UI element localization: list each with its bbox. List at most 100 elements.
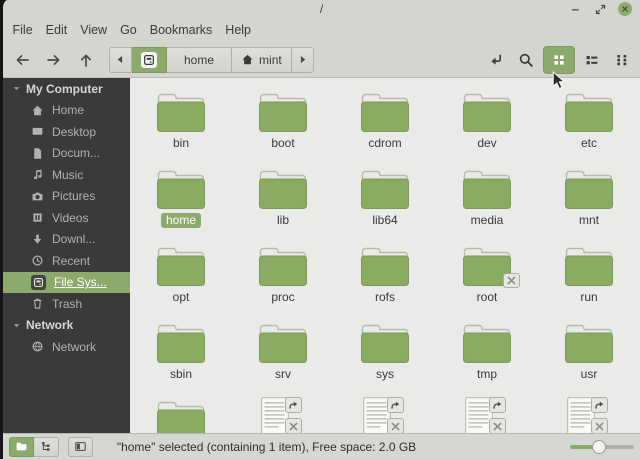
trash-icon <box>31 297 44 310</box>
back-button[interactable] <box>6 46 38 74</box>
sidebar-section-network[interactable]: Network <box>3 315 130 337</box>
folder-icon <box>154 397 208 433</box>
list-view-button[interactable] <box>579 47 605 73</box>
link-file-item[interactable] <box>439 394 535 433</box>
sidebar-item-docum[interactable]: Docum... <box>3 143 130 165</box>
file-grid: bin boot cdrom dev etc home lib lib64 media mnt op… <box>130 78 640 433</box>
folder-item[interactable]: bin <box>133 86 229 163</box>
forward-button[interactable] <box>38 46 70 74</box>
magnifier-icon <box>518 52 534 68</box>
item-label: etc <box>580 136 597 150</box>
show-treeview-button[interactable] <box>34 436 59 457</box>
zoom-slider-handle[interactable] <box>592 439 607 454</box>
item-label: boot <box>271 136 295 150</box>
sidebar-item-videos[interactable]: Videos <box>3 207 130 229</box>
up-button[interactable] <box>70 46 102 74</box>
toolbar-right <box>483 45 635 74</box>
link-file-item[interactable] <box>337 394 433 433</box>
folder-item[interactable]: run <box>541 240 637 317</box>
globe-icon <box>31 340 44 353</box>
folder-item[interactable]: root <box>439 240 535 317</box>
folder-item[interactable]: usr <box>541 317 637 394</box>
breadcrumb-segment-home[interactable]: home <box>167 46 233 73</box>
folder-item[interactable]: proc <box>235 240 331 317</box>
sidebar-item-home[interactable]: Home <box>3 100 130 122</box>
sidebar-section-my-computer[interactable]: My Computer <box>3 78 130 100</box>
folder-item[interactable]: mnt <box>541 163 637 240</box>
item-label: usr <box>580 367 598 381</box>
folder-item[interactable]: boot <box>235 86 331 163</box>
item-label: srv <box>275 367 291 381</box>
item-label: sbin <box>169 367 192 381</box>
toggle-location-entry-button[interactable] <box>483 47 509 73</box>
menu-bookmarks[interactable]: Bookmarks <box>143 20 219 40</box>
item-label: opt <box>172 290 190 304</box>
folder-item[interactable]: cdrom <box>337 86 433 163</box>
folder-item[interactable]: sys <box>337 317 433 394</box>
window-controls <box>568 2 632 16</box>
menu-file[interactable]: File <box>6 20 39 40</box>
folder-item[interactable]: sbin <box>133 317 229 394</box>
grid-icon <box>551 52 567 68</box>
icon-view-button[interactable] <box>543 45 575 74</box>
folder-item[interactable]: home <box>133 163 229 240</box>
house-icon <box>241 53 254 66</box>
close-button[interactable] <box>618 2 632 16</box>
folder-icon <box>358 243 412 289</box>
sidebar-item-file-sys[interactable]: File Sys... <box>3 271 130 293</box>
folder-item[interactable]: lib64 <box>337 163 433 240</box>
breadcrumb-next-button[interactable] <box>291 46 314 73</box>
main-area: My Computer Home Desktop Docum... Music Pictu… <box>3 78 640 433</box>
sidebar-item-downl[interactable]: Downl... <box>3 229 130 251</box>
link-file-item[interactable] <box>235 394 331 433</box>
sidebar-item-music[interactable]: Music <box>3 164 130 186</box>
film-icon <box>31 211 44 224</box>
search-button[interactable] <box>513 47 539 73</box>
folder-icon <box>358 320 412 366</box>
item-label: run <box>580 290 598 304</box>
sidebar-item-pictures[interactable]: Pictures <box>3 186 130 208</box>
compact-view-button[interactable] <box>609 47 635 73</box>
folder-item[interactable]: rofs <box>337 240 433 317</box>
filesystem-icon <box>141 51 157 68</box>
menu-go[interactable]: Go <box>114 20 144 40</box>
symlink-emblem <box>489 397 506 413</box>
arrow-left-icon <box>14 52 30 68</box>
menu-help[interactable]: Help <box>219 20 258 40</box>
minimize-button[interactable] <box>568 2 582 16</box>
link-file-item[interactable] <box>541 394 637 433</box>
folder-item[interactable] <box>133 394 229 433</box>
sidebar-item-trash[interactable]: Trash <box>3 293 130 315</box>
menu-edit[interactable]: Edit <box>39 20 74 40</box>
sidebar-item-desktop[interactable]: Desktop <box>3 121 130 143</box>
toggle-sidebar-button[interactable] <box>68 436 93 457</box>
breadcrumb-prev-button[interactable] <box>109 46 132 73</box>
folder-icon <box>562 243 616 289</box>
folder-item[interactable]: media <box>439 163 535 240</box>
sidebar-item-recent[interactable]: Recent <box>3 250 130 272</box>
breadcrumb-segment-root[interactable] <box>132 46 167 73</box>
titlebar[interactable]: / <box>3 0 640 18</box>
show-places-button[interactable] <box>9 436 34 457</box>
item-label: mnt <box>578 213 599 227</box>
folder-item[interactable]: tmp <box>439 317 535 394</box>
sidebar-item-network[interactable]: Network <box>3 336 130 358</box>
x-emblem <box>387 418 404 433</box>
symlink-emblem <box>387 397 404 413</box>
restore-button[interactable] <box>593 2 607 16</box>
folder-item[interactable]: srv <box>235 317 331 394</box>
folder-item[interactable]: etc <box>541 86 637 163</box>
folder-icon <box>358 89 412 135</box>
enter-location-icon <box>488 52 504 68</box>
desktop-icon <box>31 125 44 138</box>
breadcrumb-segment-mint[interactable]: mint <box>232 46 292 73</box>
folder-item[interactable]: lib <box>235 163 331 240</box>
folder-icon <box>256 243 310 289</box>
zoom-slider[interactable] <box>570 439 634 455</box>
menu-view[interactable]: View <box>74 20 114 40</box>
folder-item[interactable]: opt <box>133 240 229 317</box>
expander-icon <box>12 321 21 330</box>
arrow-right-icon <box>46 52 62 68</box>
folder-item[interactable]: dev <box>439 86 535 163</box>
item-label: lib <box>276 213 289 227</box>
